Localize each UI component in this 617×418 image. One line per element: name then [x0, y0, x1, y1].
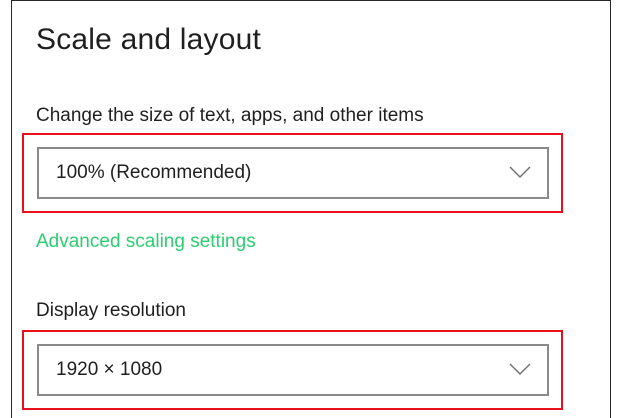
resolution-dropdown[interactable]: 1920 × 1080: [37, 344, 549, 396]
resolution-label: Display resolution: [36, 300, 186, 321]
advanced-scaling-link[interactable]: Advanced scaling settings: [36, 231, 256, 253]
section-title: Scale and layout: [36, 23, 262, 56]
scale-label: Change the size of text, apps, and other…: [36, 105, 424, 126]
chevron-down-icon: [509, 166, 531, 178]
settings-panel: Scale and layout Change the size of text…: [11, 0, 611, 418]
scale-dropdown-value: 100% (Recommended): [56, 162, 252, 183]
resolution-dropdown-value: 1920 × 1080: [56, 359, 163, 380]
chevron-down-icon: [509, 363, 531, 375]
scale-dropdown[interactable]: 100% (Recommended): [37, 147, 549, 199]
